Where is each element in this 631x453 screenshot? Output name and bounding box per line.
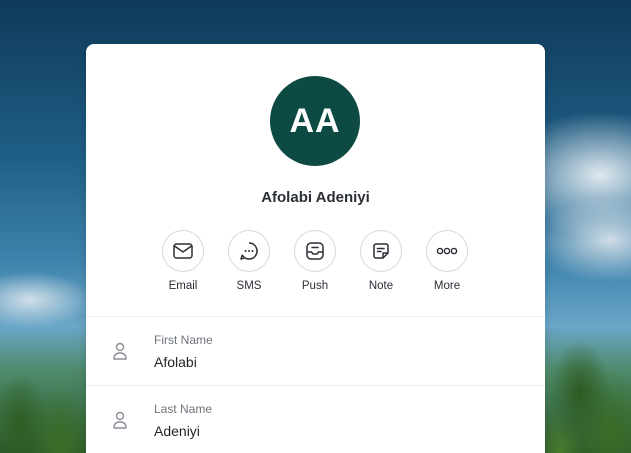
note-action[interactable]: Note xyxy=(360,230,402,292)
person-icon xyxy=(113,411,127,429)
last-name-value: Adeniyi xyxy=(154,423,200,439)
more-button[interactable] xyxy=(426,230,468,272)
more-label: More xyxy=(433,280,461,292)
contact-card: AA Afolabi Adeniyi Email SMS Push Note M… xyxy=(86,44,545,453)
quick-actions: Email SMS Push Note More xyxy=(162,230,468,292)
sms-label: SMS xyxy=(236,280,262,292)
first-name-label: First Name xyxy=(154,333,213,347)
first-name-value: Afolabi xyxy=(154,354,197,370)
more-action[interactable]: More xyxy=(426,230,468,292)
more-dots-icon xyxy=(436,247,458,255)
note-icon xyxy=(373,243,389,259)
avatar: AA xyxy=(270,76,360,166)
mail-icon xyxy=(173,243,193,259)
email-button[interactable] xyxy=(162,230,204,272)
push-action[interactable]: Push xyxy=(294,230,336,292)
first-name-field[interactable]: First Name Afolabi xyxy=(86,317,545,385)
chat-bubble-icon xyxy=(240,242,258,260)
note-button[interactable] xyxy=(360,230,402,272)
note-label: Note xyxy=(368,280,394,292)
inbox-icon xyxy=(306,242,324,260)
contact-name: Afolabi Adeniyi xyxy=(261,189,370,206)
avatar-initials: AA xyxy=(289,101,341,140)
push-label: Push xyxy=(301,280,329,292)
push-button[interactable] xyxy=(294,230,336,272)
email-action[interactable]: Email xyxy=(162,230,204,292)
email-label: Email xyxy=(168,280,198,292)
sms-button[interactable] xyxy=(228,230,270,272)
person-icon xyxy=(113,342,127,360)
last-name-field[interactable]: Last Name Adeniyi xyxy=(86,386,545,453)
sms-action[interactable]: SMS xyxy=(228,230,270,292)
last-name-label: Last Name xyxy=(154,402,213,416)
